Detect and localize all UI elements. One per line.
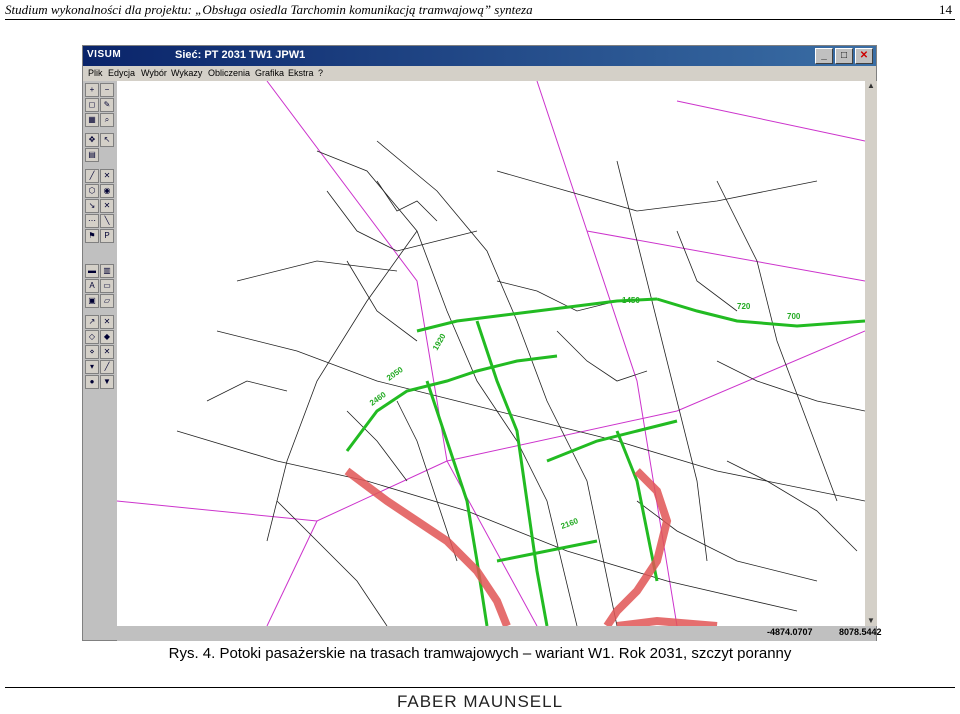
layers-icon[interactable]: ▤	[85, 148, 99, 162]
flow-label-group: 720 700 2460 2050 2160 1450 1920	[368, 296, 801, 531]
menu-bar: Plik Edycja Wybór Wykazy Obliczenia Graf…	[83, 66, 876, 81]
menu-plik[interactable]: Plik	[88, 68, 103, 78]
chart-icon[interactable]: ▥	[100, 264, 114, 278]
filter-icon[interactable]: ▾	[85, 360, 99, 374]
menu-grafika[interactable]: Grafika	[255, 68, 284, 78]
left-toolbar: + − ◻ ✎ ▦ ⌕ ✥ ↖ ▤ ╱ ✕ ⬡ ◉ ↘ ✕ ⋯ ╲ ⚑ P ▬ …	[83, 81, 117, 640]
header-rule	[5, 19, 955, 20]
visum-window: VISUM Sieć: PT 2031 TW1 JPW1 _ □ ✕ Plik …	[82, 45, 882, 641]
stop-icon[interactable]: ◉	[100, 184, 114, 198]
cross-icon[interactable]: ✕	[100, 345, 114, 359]
menu-wybor[interactable]: Wybór	[141, 68, 167, 78]
pan-icon[interactable]: ✥	[85, 133, 99, 147]
pencil-icon[interactable]: ✎	[100, 98, 114, 112]
route-icon[interactable]: ↘	[85, 199, 99, 213]
pointer-icon[interactable]: ↖	[100, 133, 114, 147]
zoom-window-icon[interactable]: ◻	[85, 98, 99, 112]
flag-icon[interactable]: ⚑	[85, 229, 99, 243]
document-header-title: Studium wykonalności dla projektu: „Obsł…	[5, 2, 533, 17]
app-logo: VISUM	[87, 49, 122, 60]
color-icon[interactable]: ●	[85, 375, 99, 389]
bar-icon[interactable]: ▬	[85, 264, 99, 278]
page-number: 14	[939, 2, 952, 17]
vertical-scrollbar[interactable]: ▲ ▼	[865, 81, 877, 626]
node-icon[interactable]: ✕	[100, 169, 114, 183]
magnifier-icon[interactable]: ⌕	[100, 113, 114, 127]
company-logo: FABER MAUNSELL	[396, 692, 564, 711]
fill-icon[interactable]: ◆	[100, 330, 114, 344]
image-icon[interactable]: ▣	[85, 294, 99, 308]
paint-icon[interactable]: ▼	[100, 375, 114, 389]
network-title: Sieć: PT 2031 TW1 JPW1	[175, 49, 306, 61]
zoom-in-icon[interactable]: +	[85, 83, 99, 97]
zoom-out-icon[interactable]: −	[100, 83, 114, 97]
shape-icon[interactable]: ◇	[85, 330, 99, 344]
brush-icon[interactable]: ╱	[100, 360, 114, 374]
menu-wykazy[interactable]: Wykazy	[171, 68, 202, 78]
district-boundaries	[117, 81, 865, 626]
menu-edycja[interactable]: Edycja	[108, 68, 135, 78]
link-icon[interactable]: ╱	[85, 169, 99, 183]
y-coordinate: 8078.5442	[839, 627, 882, 637]
line-icon[interactable]: ╲	[100, 214, 114, 228]
delete-icon[interactable]: ✕	[100, 315, 114, 329]
measure-icon[interactable]: ↗	[85, 315, 99, 329]
comment-icon[interactable]: ▱	[100, 294, 114, 308]
high-flow-corridors	[344, 467, 718, 626]
tram-flow-routes	[345, 297, 865, 626]
flow-label: 2050	[385, 365, 405, 383]
map-canvas: 720 700 2460 2050 2160 1450 1920	[117, 81, 865, 626]
road-network	[176, 140, 865, 626]
menu-ekstra[interactable]: Ekstra	[288, 68, 314, 78]
menu-obliczenia[interactable]: Obliczenia	[208, 68, 250, 78]
turn-icon[interactable]: ✕	[100, 199, 114, 213]
poi-icon[interactable]: P	[100, 229, 114, 243]
zone-icon[interactable]: ⬡	[85, 184, 99, 198]
scroll-down-icon[interactable]: ▼	[866, 616, 876, 626]
title-bar: VISUM Sieć: PT 2031 TW1 JPW1 _ □ ✕	[83, 46, 876, 66]
network-map[interactable]: 720 700 2460 2050 2160 1450 1920	[117, 81, 865, 626]
footer-rule	[5, 687, 955, 688]
grid-icon[interactable]: ▦	[85, 113, 99, 127]
x-coordinate: -4874.0707	[767, 627, 813, 637]
flow-label: 2160	[560, 516, 580, 531]
maximize-button[interactable]: □	[835, 48, 853, 64]
status-bar: -4874.0707 8078.5442	[117, 626, 882, 641]
flow-label: 720	[737, 302, 751, 311]
connector-icon[interactable]: ⋯	[85, 214, 99, 228]
minimize-button[interactable]: _	[815, 48, 833, 64]
scroll-up-icon[interactable]: ▲	[866, 81, 876, 91]
close-button[interactable]: ✕	[855, 48, 873, 64]
flow-label: 1450	[622, 296, 640, 305]
split-icon[interactable]: ⋄	[85, 345, 99, 359]
legend-icon[interactable]: ▭	[100, 279, 114, 293]
flow-label: 1920	[431, 332, 448, 352]
flow-label: 700	[787, 312, 801, 321]
menu-help[interactable]: ?	[318, 68, 323, 78]
text-icon[interactable]: A	[85, 279, 99, 293]
figure-caption: Rys. 4. Potoki pasażerskie na trasach tr…	[168, 645, 792, 662]
